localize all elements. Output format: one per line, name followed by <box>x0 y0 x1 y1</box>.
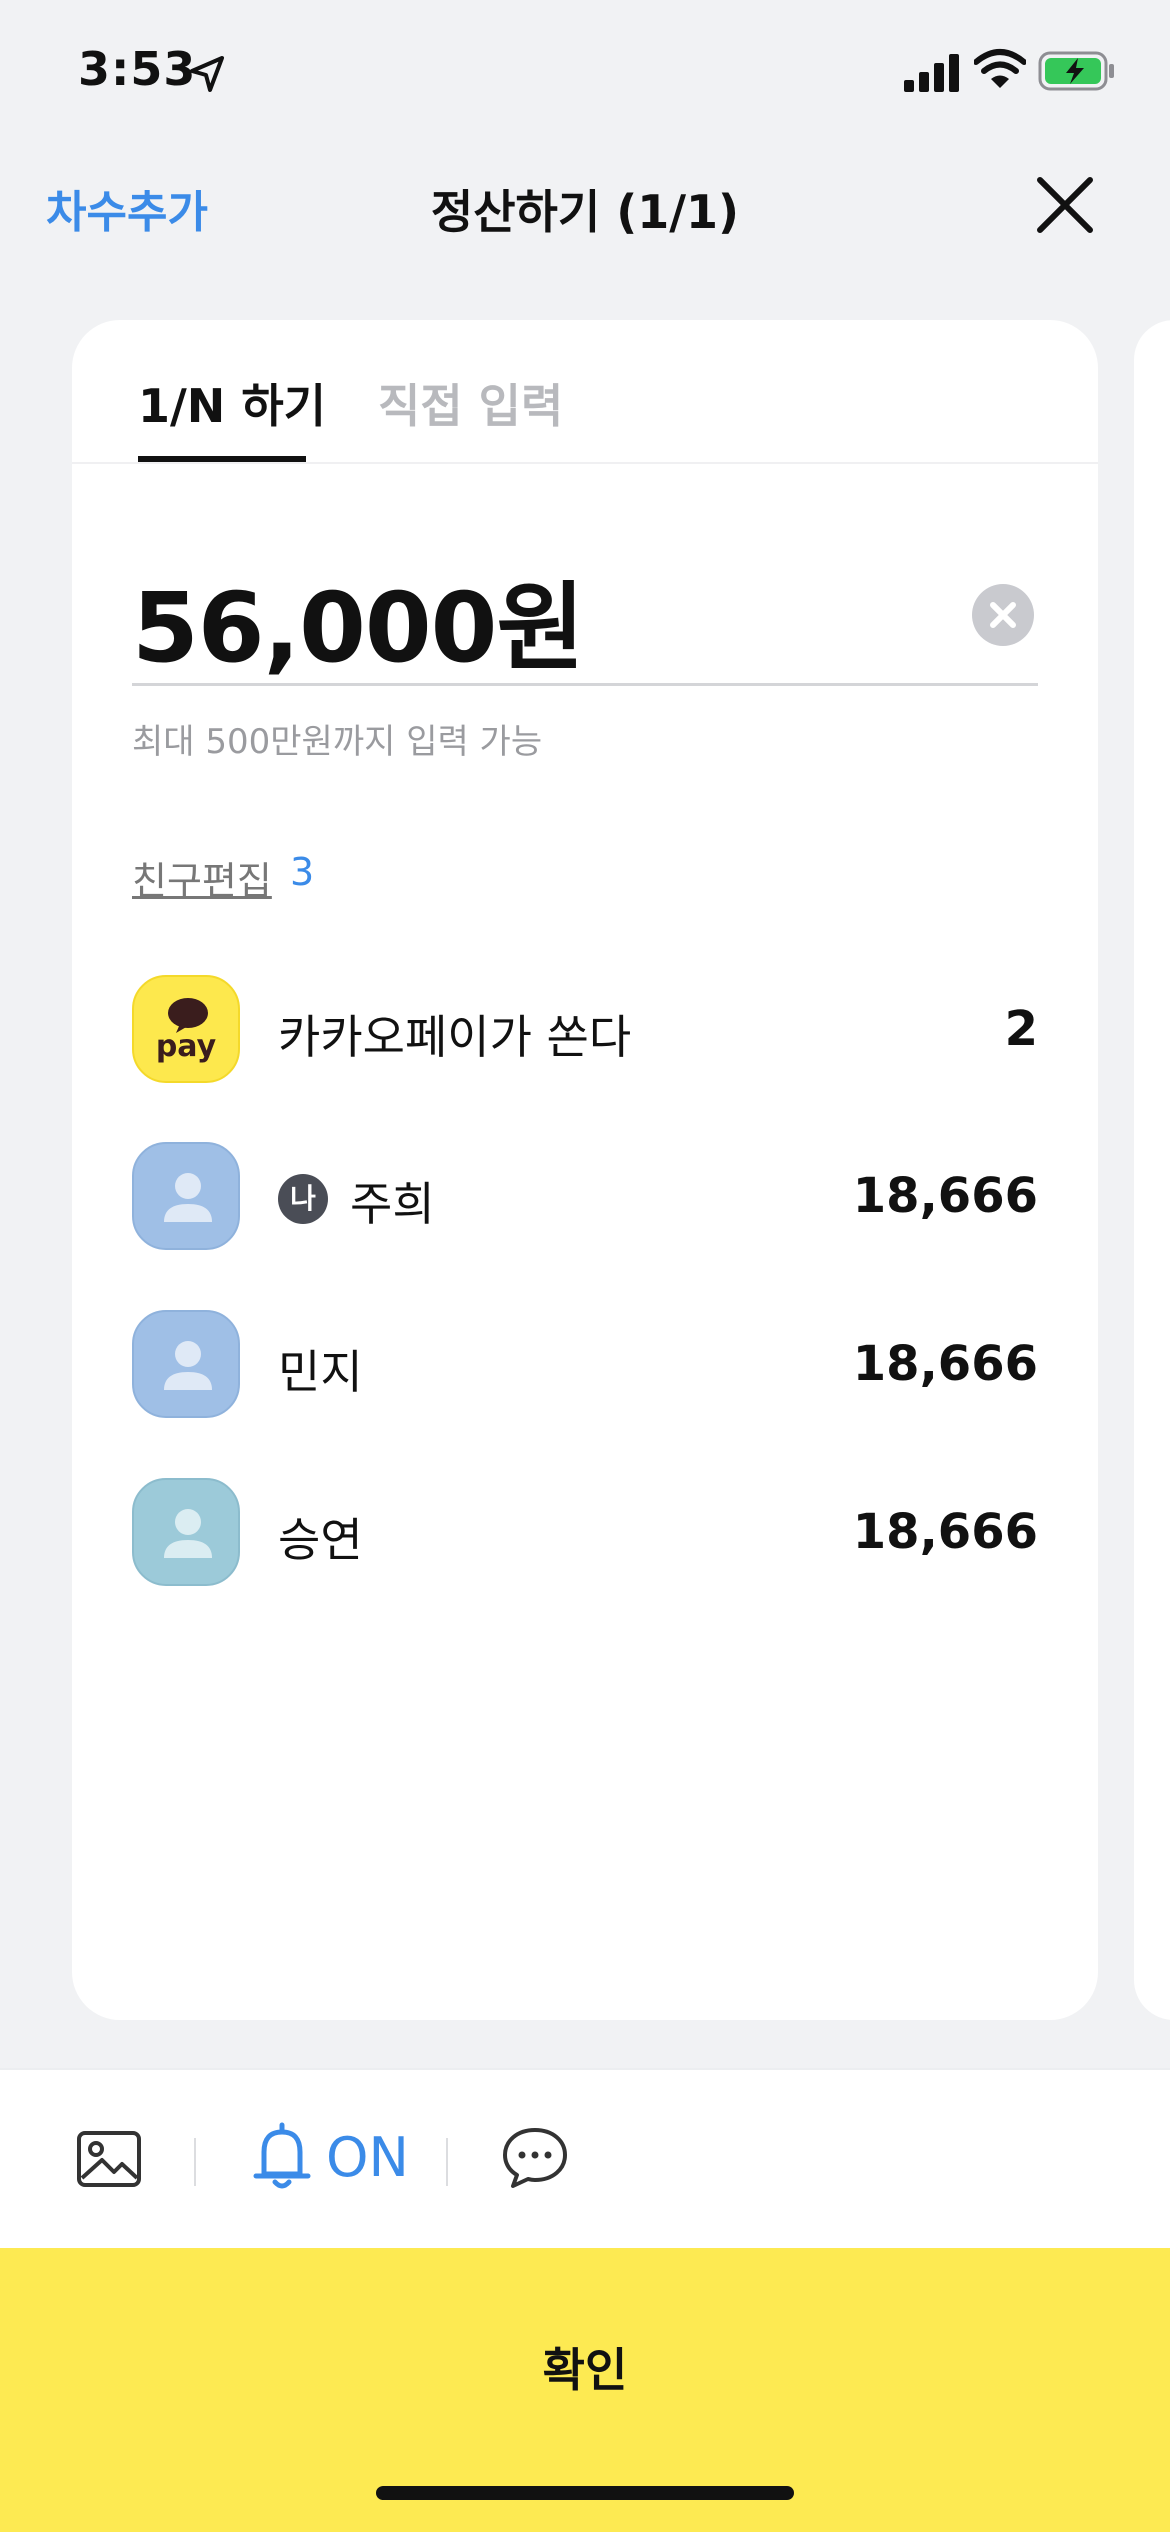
friend-name: 승연 <box>278 1513 363 1567</box>
status-bar: 3:53 <box>0 0 1170 150</box>
battery-charging-icon <box>1038 51 1114 91</box>
kakaopay-logo-text: pay <box>155 1029 217 1064</box>
friend-name: 주희 <box>350 1177 435 1231</box>
avatar <box>132 1478 240 1586</box>
friend-amount[interactable]: 2 <box>1005 1001 1038 1057</box>
edit-friends-link[interactable]: 친구편집 <box>132 850 272 905</box>
tab-split-evenly[interactable]: 1/N 하기 <box>138 370 326 436</box>
friend-row[interactable]: pay 카카오페이가 쏜다 2 <box>132 975 1038 1085</box>
tab-bar: 1/N 하기 직접 입력 <box>72 320 1098 464</box>
cellular-signal-icon <box>904 54 959 92</box>
default-profile-icon <box>164 1341 212 1390</box>
amount-hint: 최대 500만원까지 입력 가능 <box>132 722 543 762</box>
toolbar-divider <box>446 2138 448 2186</box>
next-card-peek <box>1134 320 1170 2020</box>
wifi-icon <box>974 49 1026 88</box>
amount-value[interactable]: 56,000원 <box>132 550 585 689</box>
bottom-toolbar: ON <box>0 2068 1170 2248</box>
close-icon[interactable] <box>1030 170 1100 240</box>
image-icon[interactable] <box>76 2128 142 2190</box>
header: 차수추가 정산하기 (1/1) <box>0 150 1170 270</box>
home-indicator <box>376 2486 794 2500</box>
friend-row[interactable]: 승연 18,666 <box>132 1478 1038 1588</box>
amount-field[interactable]: 56,000원 <box>132 550 1038 686</box>
bell-icon[interactable] <box>252 2120 312 2192</box>
default-profile-icon <box>164 1509 212 1558</box>
friend-row[interactable]: 나 주희 18,666 <box>132 1142 1038 1252</box>
avatar <box>132 1142 240 1250</box>
notification-toggle-label[interactable]: ON <box>326 2126 409 2189</box>
friend-name: 카카오페이가 쏜다 <box>278 1010 632 1064</box>
tab-direct-input[interactable]: 직접 입력 <box>378 370 563 436</box>
clear-icon <box>990 602 1016 628</box>
kakaopay-logo: pay <box>132 975 240 1083</box>
default-profile-icon <box>164 1173 212 1222</box>
avatar <box>132 1310 240 1418</box>
friend-amount[interactable]: 18,666 <box>853 1504 1038 1560</box>
friend-amount[interactable]: 18,666 <box>853 1168 1038 1224</box>
me-badge: 나 <box>278 1174 328 1224</box>
chat-bubble-icon[interactable] <box>500 2124 570 2190</box>
friends-count: 3 <box>290 850 315 894</box>
friend-name: 민지 <box>278 1345 363 1399</box>
status-time: 3:53 <box>78 42 197 96</box>
location-arrow-icon <box>190 56 224 92</box>
settlement-card: 1/N 하기 직접 입력 56,000원 최대 500만원까지 입력 가능 친구… <box>72 320 1098 2020</box>
toolbar-divider <box>194 2138 196 2186</box>
friend-row[interactable]: 민지 18,666 <box>132 1310 1038 1420</box>
clear-amount-button[interactable] <box>972 584 1034 646</box>
friend-amount[interactable]: 18,666 <box>853 1336 1038 1392</box>
page-title: 정산하기 (1/1) <box>430 185 740 239</box>
confirm-label: 확인 <box>542 2343 628 2397</box>
active-tab-indicator <box>138 456 306 462</box>
